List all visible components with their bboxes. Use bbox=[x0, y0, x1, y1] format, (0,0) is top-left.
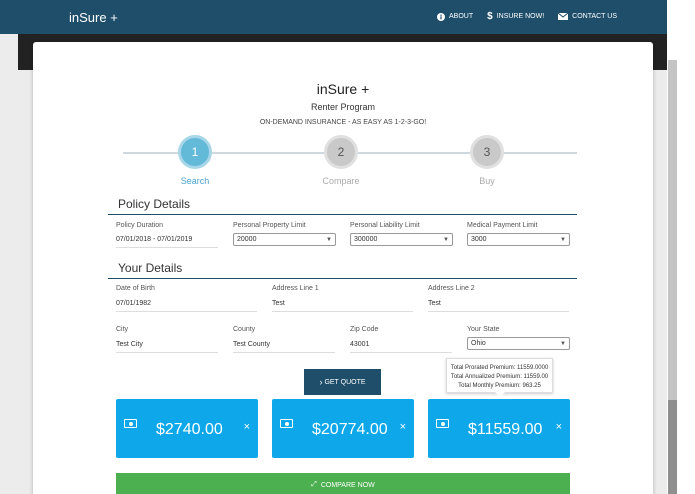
dob-label: Date of Birth bbox=[116, 285, 155, 292]
step-search[interactable]: 1 bbox=[178, 135, 212, 169]
compare-now-button[interactable]: ⤢ COMPARE NOW bbox=[116, 473, 570, 494]
chevron-down-icon: ▼ bbox=[560, 340, 566, 347]
city-field[interactable]: Test City bbox=[116, 339, 218, 353]
page-title: inSure + bbox=[316, 81, 370, 97]
step-compare[interactable]: 2 bbox=[324, 135, 358, 169]
compare-now-label: COMPARE NOW bbox=[320, 481, 375, 489]
prorated-premium-text: Total Prorated Premium: 11559.0000 bbox=[450, 365, 549, 371]
envelope-icon bbox=[558, 13, 569, 20]
quote-amount: $2740.00 bbox=[156, 421, 223, 438]
policy-details-heading: Policy Details bbox=[118, 197, 191, 211]
state-select[interactable]: Ohio ▼ bbox=[467, 337, 570, 350]
medical-limit-label: Medical Payment Limit bbox=[467, 222, 538, 229]
page-subtitle: Renter Program bbox=[310, 102, 376, 112]
stepper-line bbox=[503, 152, 577, 154]
chevron-down-icon: ▼ bbox=[560, 236, 566, 243]
nav-about-label: ABOUT bbox=[449, 13, 474, 20]
zip-field[interactable]: 43001 bbox=[350, 339, 452, 353]
nav-about[interactable]: ABOUT bbox=[437, 11, 473, 22]
address1-label: Address Line 1 bbox=[272, 285, 319, 292]
city-label: City bbox=[116, 326, 129, 333]
stepper-line bbox=[123, 152, 178, 154]
medical-limit-select[interactable]: 3000 ▼ bbox=[467, 233, 570, 246]
annualized-premium-text: Total Annualized Premium: 11559.00 bbox=[450, 374, 549, 380]
nav-insure-now[interactable]: $ INSURE NOW! bbox=[487, 11, 544, 22]
nav-contact-label: CONTACT US bbox=[572, 13, 617, 20]
liability-limit-select[interactable]: 300000 ▼ bbox=[350, 233, 453, 246]
money-icon bbox=[124, 419, 137, 428]
scrollbar-thumb[interactable] bbox=[668, 400, 677, 494]
top-navbar: inSure + ABOUT $ INSURE NOW! CONTACT US bbox=[0, 0, 667, 34]
quote-card: inSure + Renter Program ON-DEMAND INSURA… bbox=[33, 42, 653, 494]
liability-limit-label: Personal Liability Limit bbox=[350, 222, 420, 229]
quote-option-2[interactable]: $20774.00 × bbox=[272, 399, 414, 458]
address1-field[interactable]: Test bbox=[272, 298, 413, 312]
nav-contact[interactable]: CONTACT US bbox=[558, 11, 617, 22]
info-icon bbox=[437, 12, 445, 21]
liability-limit-value: 300000 bbox=[354, 236, 378, 243]
chevron-down-icon: ▼ bbox=[443, 236, 449, 243]
property-limit-label: Personal Property Limit bbox=[233, 222, 306, 229]
quote-option-1[interactable]: $2740.00 × bbox=[116, 399, 258, 458]
policy-duration-field[interactable]: 07/01/2018 - 07/01/2019 bbox=[116, 234, 218, 248]
close-icon[interactable]: × bbox=[556, 421, 562, 433]
stepper-line bbox=[357, 152, 470, 154]
state-label: Your State bbox=[467, 326, 500, 333]
page-tagline: ON-DEMAND INSURANCE - AS EASY AS 1-2-3-G… bbox=[259, 119, 427, 126]
dollar-icon: $ bbox=[487, 11, 493, 22]
quote-amount: $11559.00 bbox=[468, 421, 543, 438]
section-divider bbox=[108, 214, 577, 215]
quote-option-3[interactable]: $11559.00 × bbox=[428, 399, 570, 458]
money-icon bbox=[280, 419, 293, 428]
your-details-heading: Your Details bbox=[118, 261, 183, 275]
policy-duration-label: Policy Duration bbox=[116, 222, 164, 229]
step-buy-label: Buy bbox=[479, 176, 495, 186]
close-icon[interactable]: × bbox=[244, 421, 250, 433]
step-compare-label: Compare bbox=[322, 176, 360, 186]
brand-logo[interactable]: inSure + bbox=[69, 10, 118, 25]
close-icon[interactable]: × bbox=[400, 421, 406, 433]
address2-label: Address Line 2 bbox=[428, 285, 475, 292]
get-quote-label: GET QUOTE bbox=[324, 378, 366, 386]
step-buy[interactable]: 3 bbox=[470, 135, 504, 169]
property-limit-select[interactable]: 20000 ▼ bbox=[233, 233, 336, 246]
county-label: County bbox=[233, 326, 256, 333]
get-quote-button[interactable]: › GET QUOTE bbox=[304, 369, 381, 395]
state-value: Ohio bbox=[471, 340, 486, 347]
address2-field[interactable]: Test bbox=[428, 298, 569, 312]
property-limit-value: 20000 bbox=[237, 236, 257, 243]
quote-amount: $20774.00 bbox=[312, 421, 388, 438]
step-search-label: Search bbox=[180, 176, 210, 186]
zip-label: Zip Code bbox=[350, 326, 379, 333]
chevron-down-icon: ▼ bbox=[326, 236, 332, 243]
dob-field[interactable]: 07/01/1982 bbox=[116, 298, 257, 312]
premium-tooltip: Total Prorated Premium: 11559.0000 Total… bbox=[446, 358, 553, 397]
top-nav: ABOUT $ INSURE NOW! CONTACT US bbox=[437, 11, 617, 22]
medical-limit-value: 3000 bbox=[471, 236, 487, 243]
nav-insure-now-label: INSURE NOW! bbox=[496, 13, 545, 20]
county-field[interactable]: Test County bbox=[233, 339, 335, 353]
money-icon bbox=[436, 419, 449, 428]
chevron-right-icon: › bbox=[319, 377, 323, 387]
section-divider bbox=[108, 278, 577, 279]
expand-icon: ⤢ bbox=[311, 481, 317, 488]
monthly-premium-text: Total Monthly Premium: 963.25 bbox=[458, 383, 541, 389]
stepper-line bbox=[211, 152, 324, 154]
